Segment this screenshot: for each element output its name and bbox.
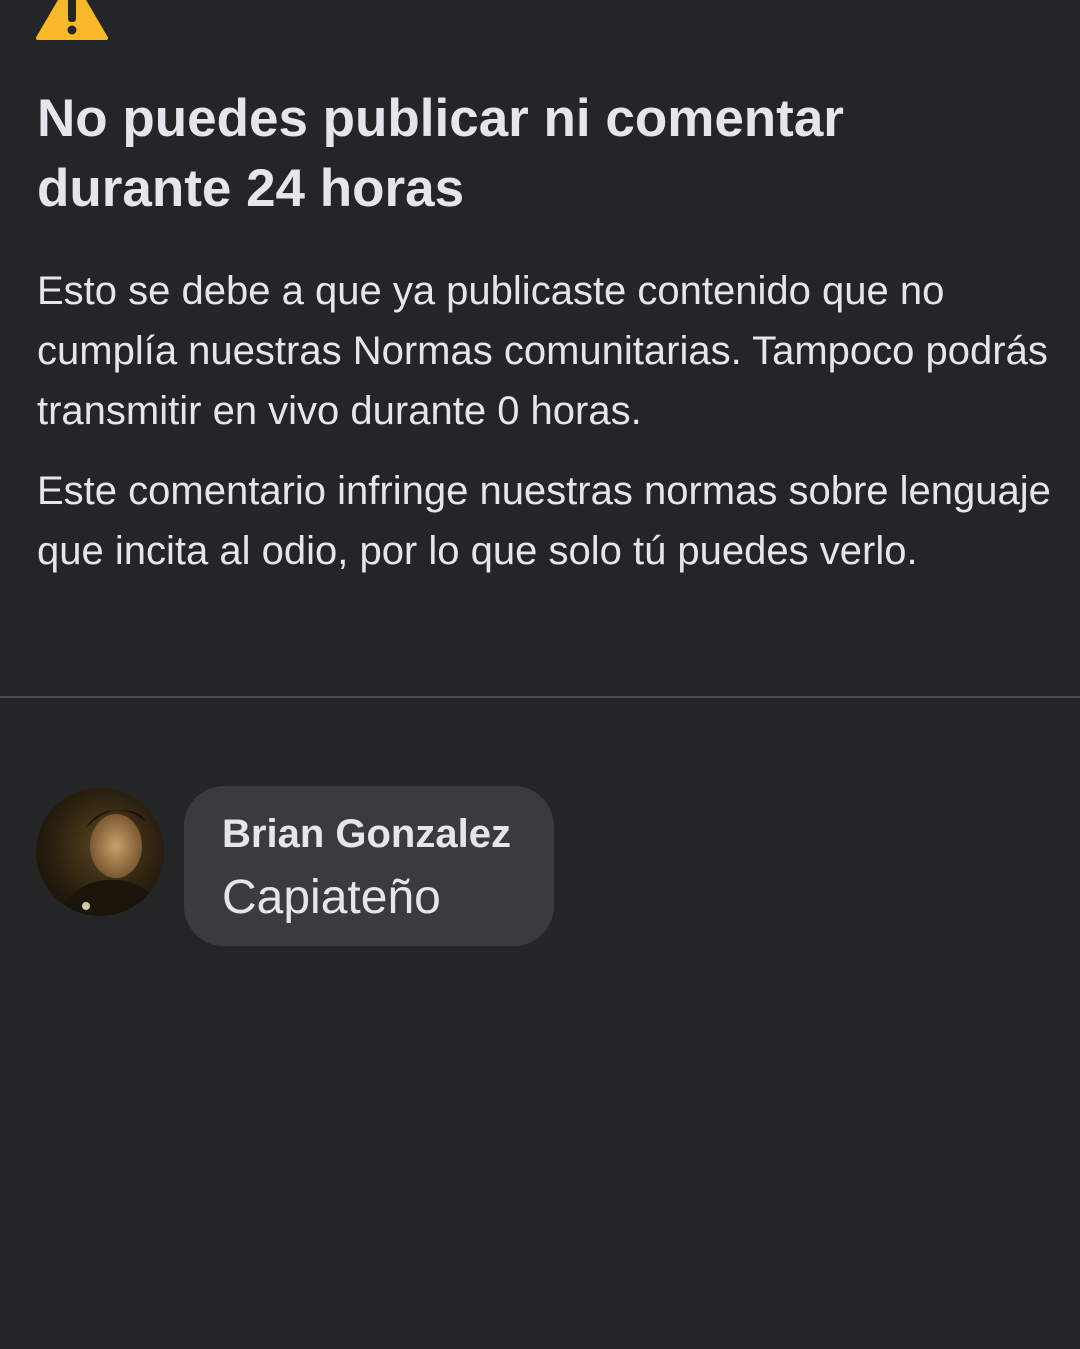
- notice-title: No puedes publicar ni comentar durante 2…: [37, 89, 844, 218]
- comment-bubble[interactable]: Brian Gonzalez Capiateño: [184, 786, 554, 946]
- section-divider: [0, 696, 1080, 698]
- notice-comment-violation-text: Este comentario infringe nuestras normas…: [37, 469, 1051, 573]
- comment-text: Capiateño: [222, 871, 441, 924]
- warning-icon: [36, 0, 108, 40]
- avatar-photo: [36, 788, 164, 916]
- restriction-notice: No puedes publicar ni comentar durante 2…: [0, 0, 1080, 697]
- comment-author[interactable]: Brian Gonzalez: [222, 812, 511, 857]
- notice-reason-text: Esto se debe a que ya publicaste conteni…: [37, 269, 1048, 433]
- user-avatar[interactable]: [36, 788, 164, 916]
